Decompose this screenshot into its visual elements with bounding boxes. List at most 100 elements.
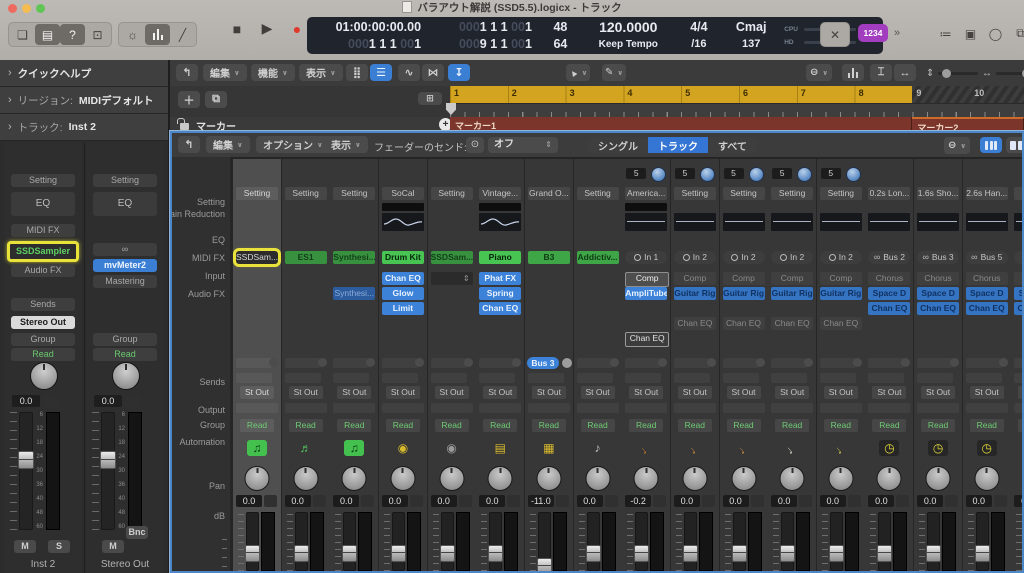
setting-button[interactable]: Setting	[673, 187, 716, 200]
fader-track[interactable]	[342, 512, 358, 571]
send-slot-empty[interactable]	[479, 358, 516, 368]
automation-mode-button[interactable]: Read	[921, 419, 956, 432]
mute-button[interactable]: M	[14, 540, 36, 553]
setting-button[interactable]: SoCal	[381, 187, 424, 200]
volume-fader[interactable]	[428, 512, 476, 571]
pencil-tool-menu[interactable]: ✎ ∨	[602, 64, 626, 81]
plugin-slot[interactable]: Comp	[771, 272, 814, 285]
plugin-slot[interactable]: Space D	[868, 287, 911, 300]
plugin-slot[interactable]: Chan EQ	[868, 302, 911, 315]
clear-overload-icon[interactable]: ✕	[823, 24, 848, 45]
mixer-strip-11[interactable]: 5 Setting In 2 Comp Guitar Rig Chan EQ St Out R…	[719, 159, 768, 571]
fader-cap[interactable]	[342, 545, 358, 562]
send-slot-empty[interactable]	[381, 358, 418, 368]
input-slot[interactable]: In 2	[771, 251, 814, 264]
edit-menu[interactable]: 編集 ∨	[203, 64, 247, 81]
send-slot-empty[interactable]	[576, 358, 613, 368]
fader-track[interactable]	[245, 512, 260, 571]
eq-thumbnail[interactable]	[381, 213, 424, 231]
mixer-strip-6[interactable]: Vintage... Piano Phat FX Spring Chan EQ St Ou…	[476, 159, 525, 571]
setting-button[interactable]: Setting	[576, 187, 619, 200]
setting-button[interactable]: 0.6...	[1014, 187, 1022, 200]
eq-thumbnail[interactable]	[819, 213, 862, 231]
send-slot[interactable]: Bus 3	[526, 357, 559, 369]
plugin-slot[interactable]: Space D	[917, 287, 960, 300]
pan-knob[interactable]	[536, 466, 562, 491]
automation-mode-button[interactable]: Read	[775, 419, 810, 432]
mixer-strip-10[interactable]: 5 Setting In 2 Comp Guitar Rig Chan EQ St Out R…	[670, 159, 719, 571]
volume-fader[interactable]	[525, 512, 573, 571]
fader-cap[interactable]	[780, 545, 796, 562]
volume-fader[interactable]: 6 12 18 24 30 36 40 48 60	[10, 412, 76, 530]
gain-reduction-knob[interactable]	[748, 167, 764, 182]
mixer-strip-14[interactable]: 0.2s Lon... ∞ Bus 2 Chorus Space D Chan EQ St …	[865, 159, 914, 571]
volume-fader[interactable]	[574, 512, 622, 571]
input-slot[interactable]: In 2	[819, 251, 862, 264]
output-button[interactable]: St Out	[434, 386, 469, 399]
mixer-strip-17[interactable]: 0.6... ∞Bus Chorus Space D Chan EQ St Out Read…	[1011, 159, 1022, 571]
output-button[interactable]: St Out	[385, 386, 420, 399]
fader-cap[interactable]	[439, 545, 455, 562]
input-slot[interactable]: ∞ Bus 3	[917, 251, 960, 264]
plugin-slot[interactable]: Chan EQ	[673, 317, 716, 330]
pan-knob[interactable]	[244, 466, 270, 491]
sidebar-row-3[interactable]: › トラック: Inst 2	[0, 114, 168, 141]
setting-button[interactable]: Grand O...	[527, 187, 570, 200]
eq-thumbnail[interactable]	[479, 213, 522, 231]
volume-fader[interactable]	[233, 512, 281, 571]
volume-fader[interactable]	[1011, 512, 1022, 571]
group-slot[interactable]	[236, 403, 278, 413]
send-slot-empty[interactable]	[673, 373, 710, 383]
fader-cap[interactable]	[245, 545, 260, 562]
lcd-position[interactable]: 0001 1 1 001	[348, 36, 421, 53]
fader-cap[interactable]	[926, 545, 942, 562]
loop-browser-icon[interactable]: ◯	[983, 23, 1008, 44]
mixer-strip-12[interactable]: 5 Setting In 2 Comp Guitar Rig Chan EQ St Out R…	[768, 159, 817, 571]
plugin-slot[interactable]: Chan EQ	[381, 272, 424, 285]
vertical-zoom-slider[interactable]: ⇕	[926, 68, 979, 79]
horizontal-zoom-slider[interactable]: ↔	[982, 68, 1024, 79]
setting-button[interactable]: Setting	[430, 187, 473, 200]
db-value[interactable]: 0.0	[965, 495, 992, 507]
count-in-button[interactable]: 1234	[858, 24, 888, 42]
plugin-slot[interactable]: Phat FX	[479, 272, 522, 285]
list-editors-icon[interactable]: ≔	[933, 23, 958, 44]
volume-fader[interactable]	[768, 512, 816, 571]
output-button[interactable]: St Out	[726, 386, 761, 399]
plugin-slot[interactable]: Chan EQ	[625, 332, 670, 347]
automation-mode-button[interactable]: Read	[823, 419, 858, 432]
group-slot[interactable]	[673, 403, 716, 413]
eq-thumbnail[interactable]	[771, 213, 814, 231]
group-slot[interactable]	[917, 403, 960, 413]
db-value[interactable]: 0.0	[430, 495, 457, 507]
output-button[interactable]: St Out	[1018, 386, 1022, 399]
fader-cap[interactable]	[877, 545, 893, 562]
volume-fader[interactable]	[963, 512, 1011, 571]
gain-reduction-value[interactable]: 5	[626, 168, 647, 179]
lcd-display[interactable]: 01:00:00:00.00 0001 1 1 001 0001 1 1 001…	[307, 17, 883, 54]
automation-mode-button[interactable]: Read	[531, 419, 566, 432]
stop-button[interactable]: ■	[228, 21, 246, 37]
volume-value[interactable]: 0.0	[12, 395, 40, 407]
plugin-slot[interactable]: AmpliTube	[625, 287, 668, 300]
lcd-midi-out[interactable]: 64	[553, 36, 567, 53]
fader-track[interactable]	[18, 412, 34, 530]
volume-fader[interactable]	[914, 512, 962, 571]
setting-button[interactable]: Setting	[722, 187, 765, 200]
plugin-slot[interactable]: Chorus	[965, 272, 1008, 285]
volume-fader[interactable]	[330, 512, 378, 571]
volume-fader[interactable]: 6 12 18 24 30 36 40 48 60	[92, 412, 158, 530]
output-button[interactable]: St Out	[921, 386, 956, 399]
eq-thumbnail[interactable]	[722, 213, 765, 231]
plugin-slot[interactable]: Comp	[819, 272, 862, 285]
send-slot-empty[interactable]	[965, 373, 1002, 383]
eq-thumbnail[interactable]	[625, 213, 668, 231]
plugin-slot[interactable]: Guitar Rig	[673, 287, 716, 300]
inspector-icon[interactable]: ▤	[35, 24, 60, 45]
fader-cap[interactable]	[293, 545, 309, 562]
ssdsampler-button[interactable]: SSDSampler	[7, 241, 79, 262]
input-slot[interactable]: ES1	[284, 251, 327, 264]
plugin-slot[interactable]: Guitar Rig	[722, 287, 765, 300]
send-slot-empty[interactable]	[1014, 358, 1022, 368]
automation-mode-button[interactable]: Read	[337, 419, 372, 432]
